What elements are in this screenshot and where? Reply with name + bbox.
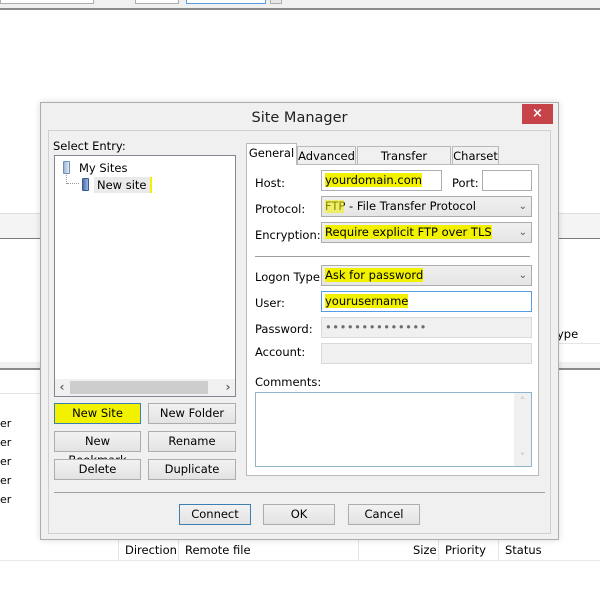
tab-transfer-settings[interactable]: Transfer Settings — [357, 146, 451, 181]
password-input[interactable]: •••••••••••••• — [321, 317, 532, 338]
background-dropdown-button[interactable] — [270, 0, 282, 4]
protocol-select[interactable]: FTP - File Transfer Protocol ⌄ — [321, 196, 532, 217]
background-column-type[interactable]: ype — [557, 327, 578, 341]
duplicate-button[interactable]: Duplicate — [148, 459, 236, 480]
comments-scrollbar[interactable]: ˄ ˅ — [514, 393, 531, 466]
chevron-down-icon: ⌄ — [518, 227, 527, 238]
tab-general[interactable]: General — [246, 143, 297, 165]
background-list-item: er — [0, 455, 12, 468]
encryption-label: Encryption: — [255, 228, 321, 242]
scroll-down-icon[interactable]: ˅ — [514, 451, 531, 464]
account-input[interactable] — [321, 343, 532, 364]
queue-column-direction[interactable]: Direction — [125, 541, 177, 559]
chevron-down-icon: ⌄ — [518, 270, 527, 281]
select-entry-label: Select Entry: — [53, 139, 126, 153]
queue-column-priority[interactable]: Priority — [445, 541, 486, 559]
background-list-item: er — [0, 436, 12, 449]
tree-horizontal-scrollbar[interactable]: ‹ › — [55, 379, 235, 396]
tree-connector — [67, 183, 79, 184]
port-label: Port: — [452, 176, 479, 190]
close-icon: × — [532, 106, 543, 121]
scroll-up-icon[interactable]: ˄ — [514, 395, 531, 408]
comments-textarea[interactable]: ˄ ˅ — [255, 392, 532, 467]
column-separator — [358, 540, 359, 561]
site-manager-dialog: Site Manager × Select Entry: My Sites Ne… — [40, 102, 559, 540]
column-separator — [178, 540, 179, 561]
background-host-input[interactable] — [0, 0, 94, 4]
new-site-button[interactable]: New Site — [54, 403, 141, 424]
tree-item-my-sites[interactable]: My Sites — [79, 161, 127, 175]
background-port-input[interactable] — [135, 0, 179, 4]
separator — [255, 256, 530, 257]
scroll-right-icon[interactable]: › — [221, 379, 235, 396]
host-input[interactable]: yourdomain.com — [321, 170, 442, 191]
background-quickconnect-button[interactable] — [186, 0, 266, 4]
delete-button[interactable]: Delete — [54, 459, 141, 480]
scroll-left-icon[interactable]: ‹ — [55, 379, 69, 396]
comments-label: Comments: — [255, 375, 322, 389]
scrollbar-thumb[interactable] — [70, 381, 208, 394]
tab-charset[interactable]: Charset — [452, 146, 499, 165]
logon-type-label: Logon Type: — [255, 270, 324, 284]
rename-button[interactable]: Rename — [148, 431, 236, 452]
queue-column-status[interactable]: Status — [505, 541, 542, 559]
queue-column-size[interactable]: Size — [413, 541, 437, 559]
column-separator — [118, 540, 119, 561]
background-toolbar — [0, 0, 600, 10]
highlight-marker — [325, 200, 344, 213]
close-button[interactable]: × — [522, 104, 553, 124]
protocol-label: Protocol: — [255, 202, 306, 216]
port-input[interactable] — [482, 170, 532, 191]
background-left-list-header — [0, 372, 40, 394]
queue-column-remote-file[interactable]: Remote file — [185, 541, 251, 559]
column-separator — [438, 540, 439, 561]
separator — [54, 492, 545, 493]
new-folder-button[interactable]: New Folder — [148, 403, 236, 424]
new-bookmark-button[interactable]: New Bookmark — [54, 431, 141, 467]
logon-type-select[interactable]: Ask for password ⌄ — [321, 265, 532, 286]
server-icon — [82, 178, 89, 191]
user-input[interactable]: yourusername — [321, 291, 532, 312]
cancel-button[interactable]: Cancel — [348, 504, 420, 525]
background-list-item: er — [0, 474, 12, 487]
encryption-select[interactable]: Require explicit FTP over TLS ⌄ — [321, 222, 532, 243]
dialog-title: Site Manager — [251, 110, 348, 126]
site-tree[interactable]: My Sites New site ‹ › — [54, 155, 236, 397]
host-label: Host: — [255, 176, 286, 190]
connect-button[interactable]: Connect — [179, 504, 251, 525]
folder-icon — [63, 161, 70, 174]
ok-button[interactable]: OK — [263, 504, 335, 525]
tab-advanced[interactable]: Advanced — [297, 146, 356, 165]
password-label: Password: — [255, 322, 313, 336]
background-list-item: er — [0, 493, 12, 506]
user-label: User: — [255, 296, 285, 310]
tree-item-new-site[interactable]: New site — [94, 177, 152, 193]
background-list-item: er — [0, 417, 12, 430]
chevron-down-icon: ⌄ — [518, 201, 527, 212]
column-separator — [498, 540, 499, 561]
account-label: Account: — [255, 345, 306, 359]
